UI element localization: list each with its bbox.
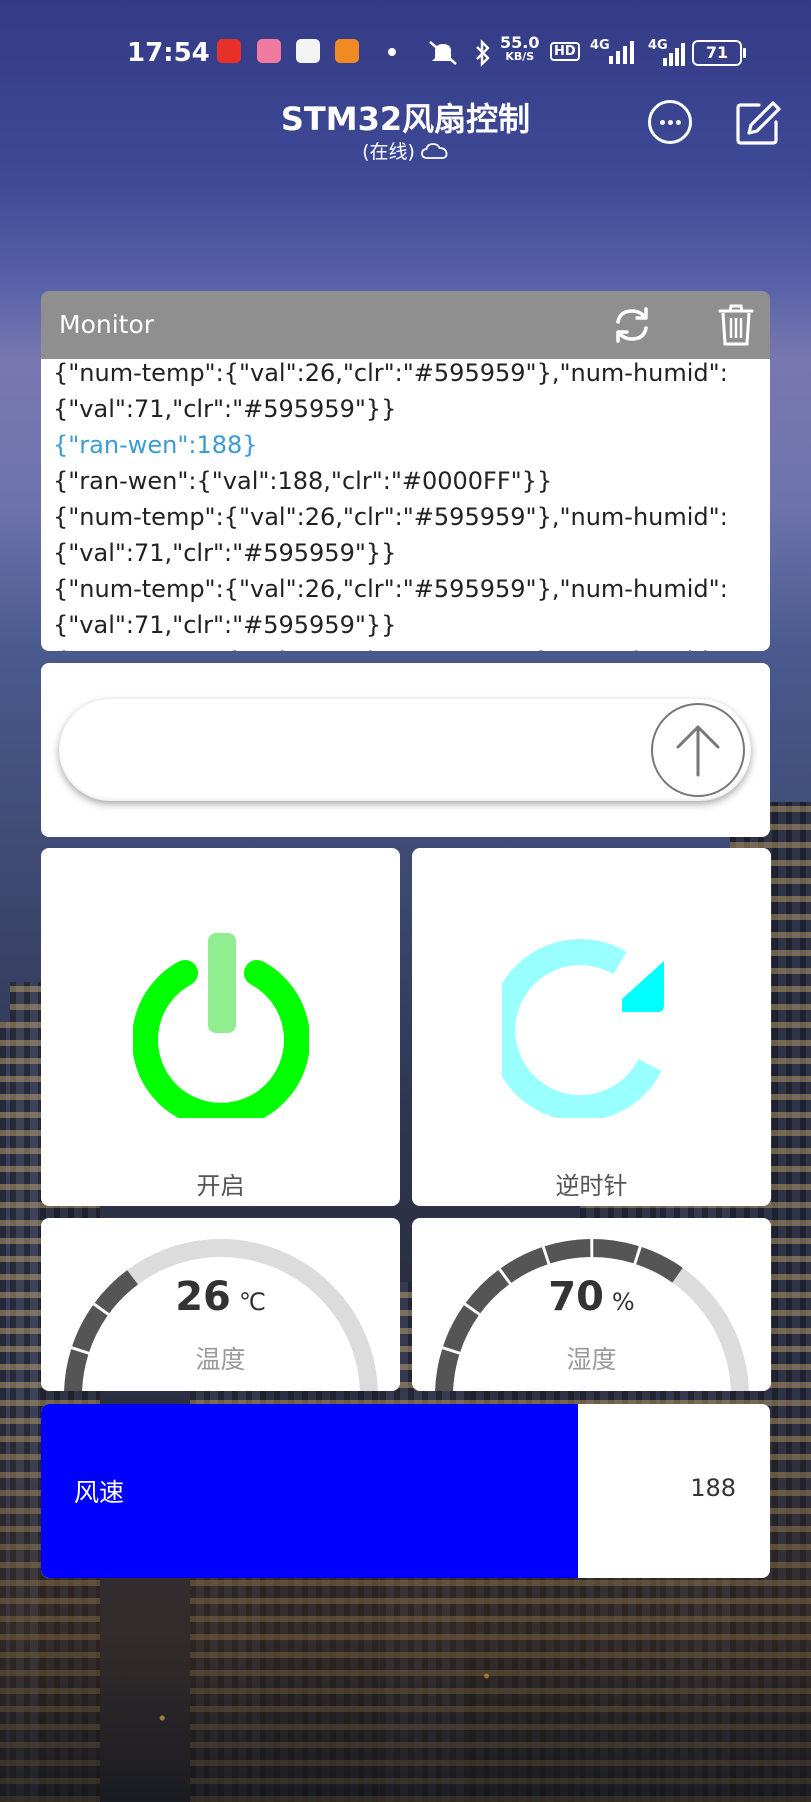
monitor-log[interactable]: {"num-temp":{"val":26,"clr":"#595959"},"…: [41, 359, 770, 651]
fan-speed-value: 188: [690, 1474, 736, 1502]
log-entry: {"num-temp":{"val":26,"clr":"#595959"},"…: [41, 643, 770, 651]
monitor-title: Monitor: [59, 310, 155, 339]
power-button[interactable]: 开启: [41, 848, 400, 1206]
more-options-button[interactable]: [648, 100, 692, 144]
direction-button-label: 逆时针: [555, 1172, 628, 1200]
app-notification-icon: [257, 39, 281, 63]
log-entry: {"ran-wen":{"val":188,"clr":"#0000FF"}}: [53, 467, 553, 495]
temperature-value: 26 ℃: [175, 1274, 266, 1320]
battery-icon: 71: [692, 40, 746, 66]
direction-button[interactable]: 逆时针: [412, 848, 771, 1206]
power-icon: [133, 933, 309, 1118]
log-entry: {"num-temp":{"val":26,"clr":"#595959"},"…: [53, 503, 728, 567]
status-time: 17:54: [127, 38, 210, 68]
send-button[interactable]: [651, 703, 745, 797]
monitor-header: Monitor: [41, 291, 770, 359]
app-notification-icon: [217, 39, 241, 63]
online-status-text: (在线): [362, 141, 415, 163]
send-card: [41, 663, 770, 837]
power-button-label: 开启: [196, 1172, 245, 1200]
trash-icon[interactable]: [718, 303, 754, 347]
network-speed: 55.0 KB/S: [500, 33, 540, 64]
humidity-value: 70%: [548, 1274, 635, 1320]
log-entry: {"num-temp":{"val":26,"clr":"#595959"},"…: [53, 359, 728, 423]
rotate-counterclockwise-icon: [502, 939, 664, 1118]
sim1-network-type: 4G: [590, 38, 610, 53]
app-notification-icon: [296, 39, 320, 63]
humidity-label: 湿度: [566, 1345, 617, 1374]
send-input[interactable]: [59, 699, 751, 801]
cloud-icon: [421, 143, 448, 159]
edit-icon[interactable]: [735, 100, 781, 146]
fan-speed-slider[interactable]: 风速 188: [41, 1404, 770, 1578]
log-entry: {"num-temp":{"val":26,"clr":"#595959"},"…: [53, 575, 728, 639]
fan-speed-label: 风速: [74, 1478, 125, 1507]
status-bar: 17:54 55.0 KB/S HD 4G 4G 71: [0, 30, 811, 74]
app-notification-icon: [335, 39, 359, 63]
arrow-up-icon: [676, 725, 720, 777]
refresh-icon[interactable]: [611, 304, 653, 346]
signal-icon: [609, 41, 634, 64]
signal-icon: [663, 43, 685, 66]
connection-status: (在线): [0, 137, 811, 164]
mute-icon: [429, 41, 457, 65]
hd-voice-badge: HD: [550, 42, 580, 61]
log-entry-sent: {"ran-wen":188}: [53, 431, 258, 459]
temperature-gauge: 26 ℃ 温度: [41, 1218, 400, 1391]
bluetooth-icon: [476, 39, 490, 67]
temperature-label: 温度: [195, 1345, 246, 1374]
more-notifications-dot-icon: [388, 48, 396, 56]
humidity-gauge: 70% 湿度: [412, 1218, 771, 1391]
